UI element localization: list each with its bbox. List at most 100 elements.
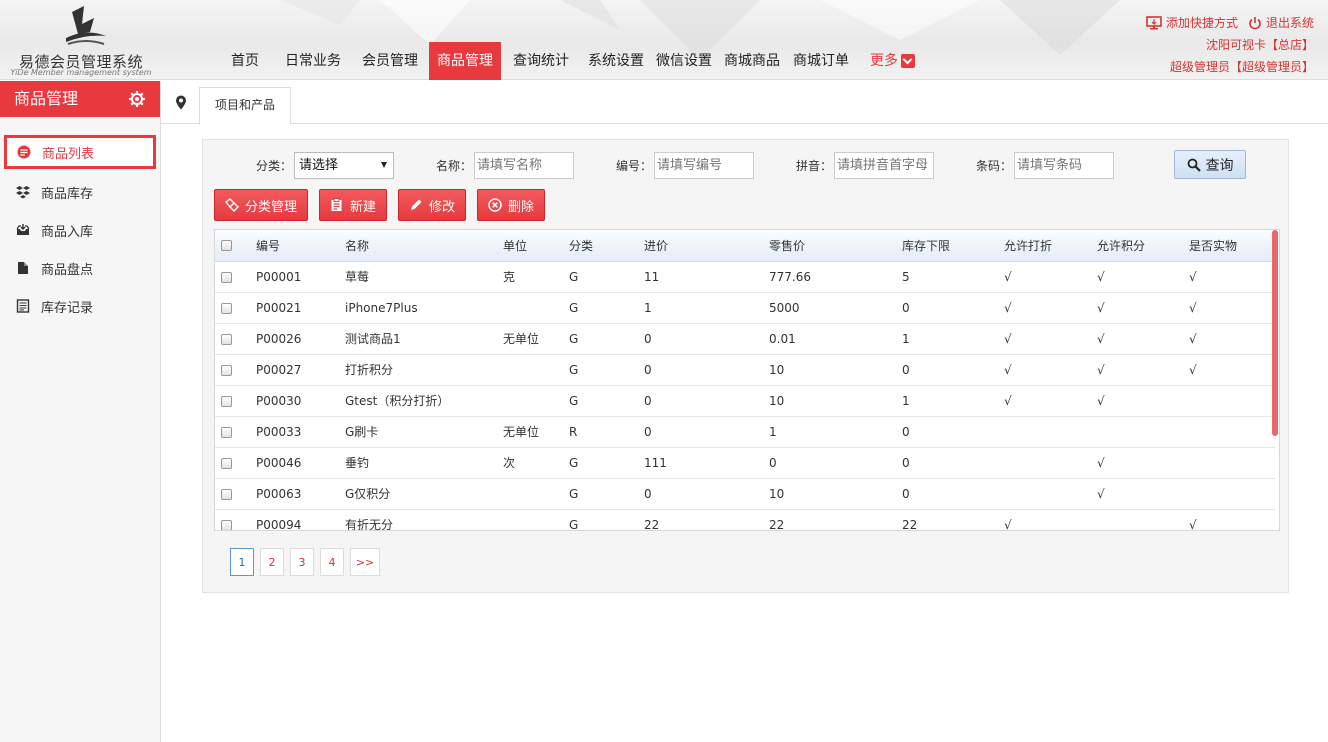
column-header[interactable]: 编号 [256, 230, 345, 262]
sidebar-item-label: 商品入库 [41, 224, 94, 240]
column-header[interactable]: 进价 [644, 230, 769, 262]
sidebar-item-label: 库存记录 [41, 300, 94, 316]
page-button[interactable]: 4 [320, 548, 344, 576]
search-button[interactable]: 查询 [1174, 150, 1246, 179]
nav-mall-orders[interactable]: 商城订单 [793, 42, 866, 80]
column-header[interactable]: 名称 [345, 230, 503, 262]
cell-code: P00033 [256, 416, 345, 448]
row-checkbox-cell [215, 323, 256, 355]
table-row[interactable]: P00026 测试商品1 无单位 G 0 0.01 1 √ √ √ [215, 323, 1275, 355]
column-header[interactable]: 是否实物 [1189, 230, 1275, 262]
row-checkbox[interactable] [221, 519, 232, 530]
table-row[interactable]: P00063 G仅积分 G 0 10 0 √ [215, 478, 1275, 510]
table-row[interactable]: P00027 打折积分 G 0 10 0 √ √ √ [215, 354, 1275, 386]
row-checkbox[interactable] [221, 364, 232, 376]
cell-retail-price: 10 [769, 385, 902, 417]
row-checkbox[interactable] [221, 271, 232, 283]
table-row[interactable]: P00021 iPhone7Plus G 1 5000 0 √ √ √ [215, 292, 1275, 324]
cell-is-physical: √ [1189, 261, 1275, 293]
row-checkbox[interactable] [221, 302, 232, 314]
cell-is-physical: √ [1189, 323, 1275, 355]
sidebar-item-goods-stock[interactable]: 商品库存 [0, 173, 160, 211]
column-header[interactable]: 零售价 [769, 230, 902, 262]
code-input[interactable] [654, 151, 755, 179]
row-checkbox-cell [215, 447, 256, 479]
cell-retail-price: 1 [769, 416, 902, 448]
cell-name: Gtest（积分打折） [345, 385, 503, 417]
nav-system-settings[interactable]: 系统设置 [576, 42, 656, 80]
row-checkbox[interactable] [221, 426, 232, 438]
tags-icon [225, 198, 239, 212]
category-manage-button[interactable]: 分类管理 [214, 189, 309, 221]
row-checkbox[interactable] [221, 333, 232, 345]
nav-wechat-settings[interactable]: 微信设置 [656, 42, 724, 80]
new-button[interactable]: 新建 [319, 189, 388, 221]
cell-code: P00001 [256, 261, 345, 293]
chevron-down-icon [901, 54, 915, 68]
barcode-label: 条码： [976, 158, 1013, 173]
tab-items-products[interactable]: 项目和产品 [199, 87, 292, 125]
select-all-checkbox[interactable] [221, 240, 232, 252]
category-manage-label: 分类管理 [245, 199, 298, 215]
edit-button-label: 修改 [429, 199, 456, 215]
delete-button[interactable]: 删除 [477, 189, 546, 221]
logout-link[interactable]: 退出系统 [1248, 12, 1314, 34]
table-row[interactable]: P00030 Gtest（积分打折） G 0 10 1 √ √ [215, 385, 1275, 417]
column-header[interactable]: 库存下限 [902, 230, 1004, 262]
sidebar-item-goods-inbound[interactable]: 商品入库 [0, 211, 160, 249]
current-user[interactable]: 超级管理员【超级管理员】 [1170, 56, 1314, 78]
table-row[interactable]: P00033 G刷卡 无单位 R 0 1 0 [215, 416, 1275, 448]
table-row[interactable]: P00001 草莓 克 G 11 777.66 5 √ √ √ [215, 261, 1275, 293]
page-button[interactable]: 2 [260, 548, 284, 576]
nav-goods-management[interactable]: 商品管理 [429, 42, 501, 80]
row-checkbox[interactable] [221, 457, 232, 469]
column-header[interactable]: 允许打折 [1004, 230, 1097, 262]
add-shortcut-link[interactable]: 添加快捷方式 [1146, 12, 1238, 34]
nav-query-stats[interactable]: 查询统计 [501, 42, 576, 80]
row-checkbox[interactable] [221, 488, 232, 500]
sidebar-item-goods-list[interactable]: 商品列表 [4, 135, 156, 169]
nav-daily-business[interactable]: 日常业务 [272, 42, 354, 80]
cell-stock-min: 1 [902, 323, 1004, 355]
sidebar-item-goods-inventory[interactable]: 商品盘点 [0, 249, 160, 287]
column-header[interactable]: 允许积分 [1097, 230, 1189, 262]
sidebar-item-stock-records[interactable]: 库存记录 [0, 287, 160, 325]
next-page-button[interactable]: >> [350, 548, 380, 576]
cell-category: G [569, 447, 644, 479]
category-select[interactable]: 请选择 [294, 151, 395, 179]
nav-member-management[interactable]: 会员管理 [354, 42, 429, 80]
cell-allow-points: √ [1097, 323, 1189, 355]
sidebar-menu: 商品列表 商品库存 商品入库 商品盘点 库存记录 [0, 135, 160, 325]
cell-category: G [569, 478, 644, 510]
cell-stock-min: 0 [902, 354, 1004, 386]
cell-retail-price: 22 [769, 509, 902, 530]
row-checkbox-cell [215, 354, 256, 386]
barcode-input[interactable] [1014, 151, 1115, 179]
nav-more[interactable]: 更多 [866, 42, 919, 80]
page-button[interactable]: 1 [230, 548, 254, 576]
cell-is-physical [1189, 385, 1275, 417]
app-logo[interactable]: 易德会员管理系统 YiDe Member management system [6, 2, 156, 78]
table-row[interactable]: P00046 垂钓 次 G 111 0 0 √ [215, 447, 1275, 479]
cell-stock-min: 22 [902, 509, 1004, 530]
column-header[interactable]: 分类 [569, 230, 644, 262]
row-checkbox-cell [215, 292, 256, 324]
row-checkbox[interactable] [221, 395, 232, 407]
cell-is-physical: √ [1189, 509, 1275, 530]
edit-button[interactable]: 修改 [398, 189, 467, 221]
table-body: P00001 草莓 克 G 11 777.66 5 √ √ √ P00021 i… [215, 261, 1275, 530]
name-input[interactable] [474, 151, 575, 179]
cell-cost-price: 0 [644, 323, 769, 355]
nav-mall-goods[interactable]: 商城商品 [724, 42, 793, 80]
pinyin-input[interactable] [834, 151, 935, 179]
page-button[interactable]: 3 [290, 548, 314, 576]
gear-icon[interactable] [128, 90, 146, 108]
column-header[interactable]: 单位 [503, 230, 569, 262]
store-name[interactable]: 沈阳可视卡【总店】 [1206, 34, 1314, 56]
row-checkbox-cell [215, 509, 256, 530]
power-icon [1249, 17, 1261, 30]
nav-home[interactable]: 首页 [218, 42, 272, 80]
table-row[interactable]: P00094 有折无分 G 22 22 22 √ √ [215, 509, 1275, 530]
table-scrollbar[interactable] [1272, 230, 1278, 436]
cell-cost-price: 0 [644, 478, 769, 510]
